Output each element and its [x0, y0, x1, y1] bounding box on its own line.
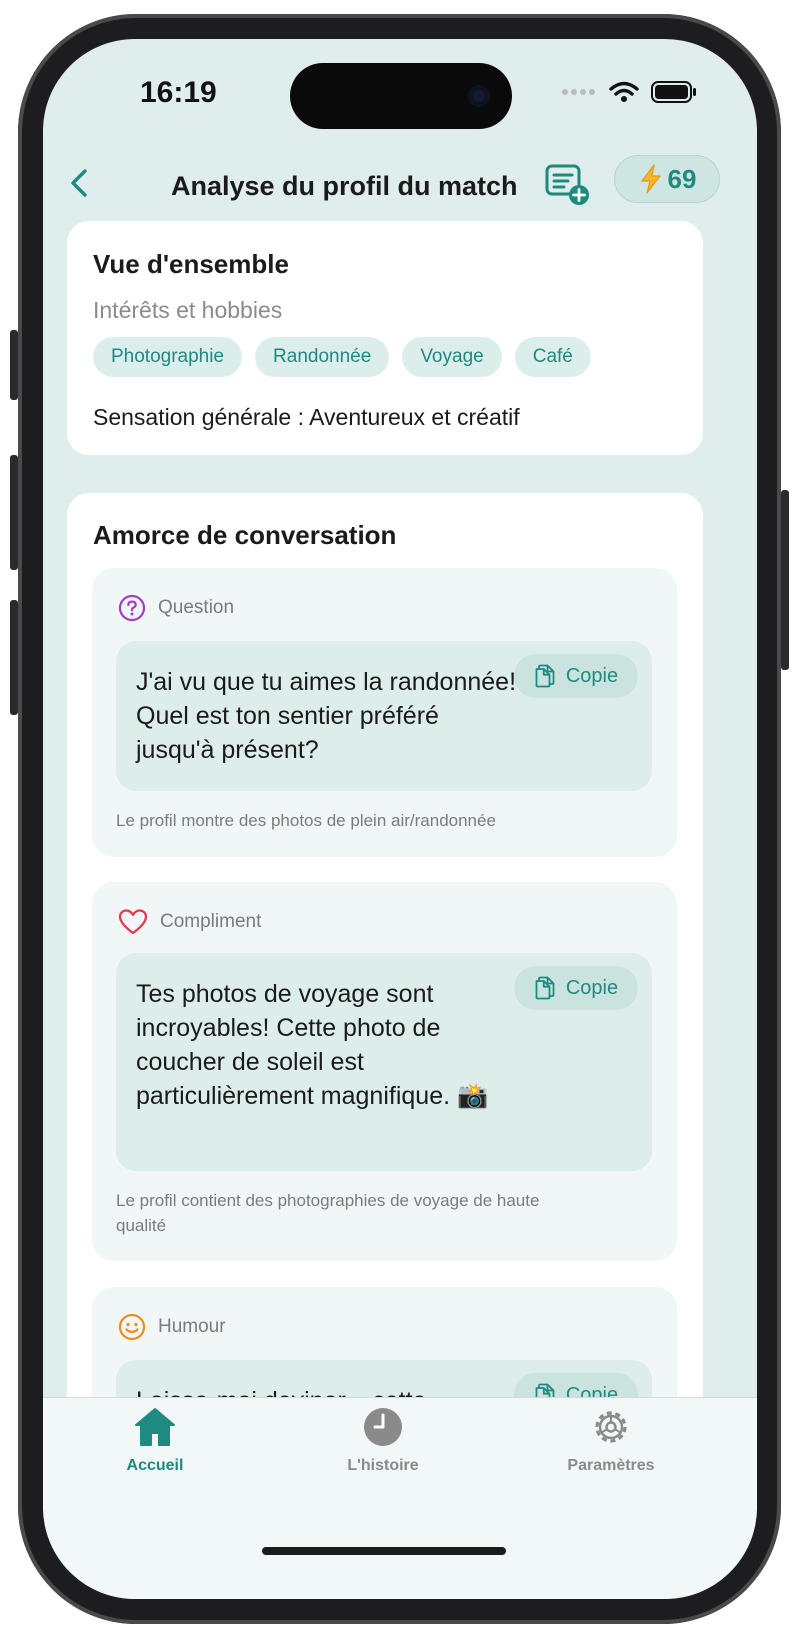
question-icon: [118, 594, 146, 622]
starter-reason: Le profil contient des photographies de …: [116, 1191, 540, 1235]
message-bubble: J'ai vu que tu aimes la randonnée! Quel …: [116, 641, 652, 791]
starter-humour: Humour Laisse-moi deviner... cette Copie: [92, 1287, 677, 1399]
tab-settings[interactable]: Paramètres: [531, 1406, 691, 1475]
add-note-icon[interactable]: [545, 161, 591, 207]
starter-header: Question: [118, 594, 234, 622]
status-icons: [561, 81, 697, 103]
interests-label: Intérêts et hobbies: [93, 297, 283, 323]
conversation-starters-card: Amorce de conversation Question J'ai vu …: [67, 493, 703, 1399]
volume-down-button: [10, 600, 18, 715]
starter-question: Question J'ai vu que tu aimes la randonn…: [92, 568, 677, 857]
tab-label: L'histoire: [347, 1457, 419, 1474]
copy-label: Copie: [565, 976, 619, 999]
message-bubble: Laisse-moi deviner... cette Copie: [116, 1360, 652, 1399]
tag-chip: Café: [514, 337, 591, 377]
overview-card: Vue d'ensemble Intérêts et hobbies Photo…: [67, 221, 703, 455]
starter-type-label: Humour: [158, 1316, 226, 1337]
credits-badge[interactable]: 69: [614, 155, 720, 203]
gear-icon: [595, 1411, 627, 1443]
tab-history[interactable]: L'histoire: [303, 1406, 463, 1475]
overview-title: Vue d'ensemble: [93, 249, 289, 279]
power-button: [781, 490, 789, 670]
camera-icon: [468, 85, 490, 107]
heart-icon: [118, 909, 148, 935]
starter-header: Humour: [118, 1313, 226, 1341]
starters-title: Amorce de conversation: [93, 520, 397, 550]
tab-bar: Accueil L'histoire Paramètres: [43, 1397, 757, 1599]
message-text: J'ai vu que tu aimes la randonnée! Quel …: [136, 668, 517, 764]
page-title: Analyse du profil du match: [171, 171, 518, 201]
copy-icon: [535, 664, 555, 688]
interest-tags: Photographie Randonnée Voyage Café: [93, 337, 591, 377]
starter-header: Compliment: [118, 908, 261, 936]
copy-icon: [535, 976, 555, 1000]
tab-label: Paramètres: [567, 1457, 655, 1474]
copy-button[interactable]: Copie: [514, 1373, 638, 1399]
dynamic-island: [290, 63, 512, 129]
mute-switch: [10, 330, 18, 400]
message-text: Tes photos de voyage sont incroyables! C…: [136, 980, 489, 1110]
back-chevron-icon[interactable]: [61, 163, 101, 203]
screen: 16:19 Analyse du profil du match 69 Vue …: [43, 39, 757, 1599]
tag-chip: Voyage: [402, 337, 502, 377]
starter-type-label: Question: [158, 597, 235, 618]
smile-icon: [118, 1313, 146, 1341]
tag-chip: Randonnée: [255, 337, 390, 377]
clock-icon: [364, 1408, 402, 1446]
general-feeling: Sensation générale : Aventureux et créat…: [93, 404, 520, 430]
status-bar: 16:19: [43, 39, 757, 149]
battery-icon: [651, 81, 696, 103]
tab-label: Accueil: [126, 1457, 184, 1474]
credits-count: 69: [667, 163, 697, 194]
starter-type-label: Compliment: [160, 911, 262, 932]
copy-label: Copie: [565, 664, 619, 687]
message-bubble: Tes photos de voyage sont incroyables! C…: [116, 953, 652, 1171]
starter-compliment: Compliment Tes photos de voyage sont inc…: [92, 882, 677, 1261]
copy-button[interactable]: Copie: [514, 654, 638, 698]
signal-dots-icon: [562, 89, 595, 95]
volume-up-button: [10, 455, 18, 570]
copy-button[interactable]: Copie: [514, 966, 638, 1010]
home-indicator: [262, 1547, 506, 1555]
lightning-icon: [640, 164, 661, 194]
home-icon: [135, 1408, 175, 1446]
tab-home[interactable]: Accueil: [75, 1406, 235, 1475]
wifi-icon: [609, 81, 639, 102]
starter-reason: Le profil montre des photos de plein air…: [116, 811, 496, 830]
status-time: 16:19: [140, 76, 217, 109]
tag-chip: Photographie: [93, 337, 243, 377]
scroll-content[interactable]: Vue d'ensemble Intérêts et hobbies Photo…: [43, 221, 757, 1399]
